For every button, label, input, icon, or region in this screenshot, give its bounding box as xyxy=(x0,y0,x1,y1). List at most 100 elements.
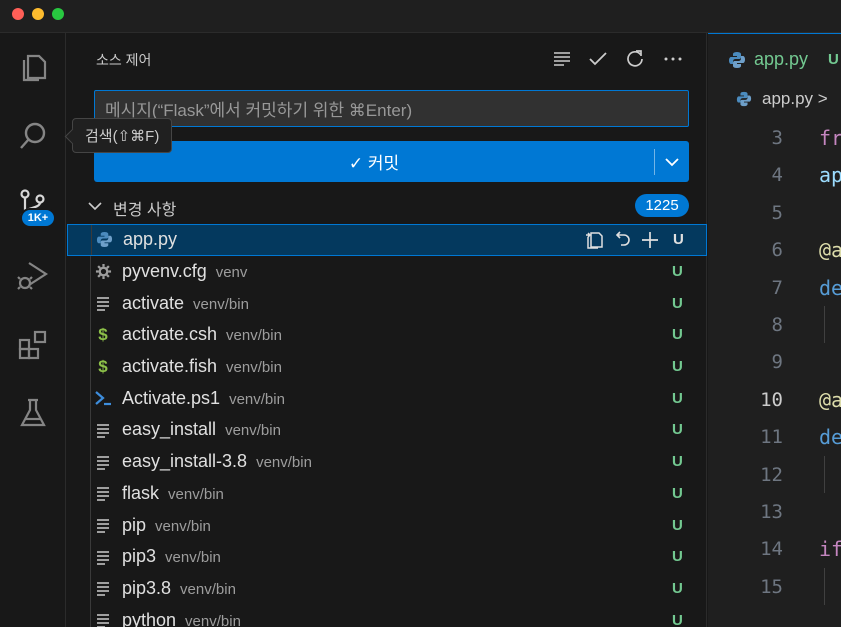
changes-count-badge: 1225 xyxy=(635,194,689,217)
indent-guide xyxy=(824,567,825,606)
untracked-status: U xyxy=(672,389,683,407)
stage-changes-icon[interactable] xyxy=(639,229,661,251)
indent-guide xyxy=(91,225,92,255)
open-file-icon[interactable] xyxy=(583,229,605,251)
code-text: if xyxy=(819,537,841,562)
text-lines-icon xyxy=(94,516,112,534)
changes-label: 변경 사항 xyxy=(113,202,177,219)
tab-label: app.py xyxy=(754,49,809,69)
editor-area: app.py U app.py > 3 fr 4 ap 5 6 @a 7 de 8 9 10 @a 11 d… xyxy=(708,33,841,627)
code-text: @a xyxy=(819,387,841,412)
testing-icon[interactable] xyxy=(13,393,53,433)
file-name-label: activate xyxy=(122,292,185,313)
changed-file-row[interactable]: $ activate.fish venv/bin U xyxy=(67,350,707,383)
changed-file-row[interactable]: flask venv/bin U xyxy=(67,477,707,510)
file-directory: venv/bin xyxy=(185,612,241,627)
commit-button[interactable]: ✓ 커밋 xyxy=(94,141,654,182)
more-actions-icon[interactable] xyxy=(661,47,685,71)
refresh-icon[interactable] xyxy=(623,47,647,71)
code-line: 13 xyxy=(708,493,841,530)
tab-app-py[interactable]: app.py U xyxy=(708,33,841,85)
file-name-label: pyvenv.cfg xyxy=(122,261,207,282)
extensions-icon[interactable] xyxy=(13,325,53,365)
python-icon xyxy=(95,231,113,249)
indent-guide xyxy=(824,455,825,493)
indent-guide xyxy=(90,445,91,478)
file-name-label: pip3.8 xyxy=(122,577,172,598)
line-number: 9 xyxy=(771,351,783,374)
changed-file-row[interactable]: easy_install venv/bin U xyxy=(67,414,707,446)
panel-title: 소스 제어 xyxy=(96,52,152,68)
powershell-icon xyxy=(94,389,112,407)
breadcrumb-label: app.py > xyxy=(762,89,828,108)
file-directory: venv/bin xyxy=(180,580,236,598)
untracked-status: U xyxy=(672,611,683,627)
line-number: 5 xyxy=(771,201,783,224)
changes-section-header[interactable]: 변경 사항 xyxy=(67,191,707,221)
changed-file-row[interactable]: pyvenv.cfg venv U xyxy=(67,255,707,288)
run-debug-icon[interactable] xyxy=(13,255,53,295)
line-number: 11 xyxy=(760,426,783,449)
explorer-icon[interactable] xyxy=(13,47,53,87)
changed-files-list: app.py Upyvenv.cfg venv Uactivate venv/bin U $… xyxy=(67,224,707,627)
file-directory: venv/bin xyxy=(226,359,282,377)
code-line: 9 xyxy=(708,343,841,380)
code-line: 8 xyxy=(708,305,841,344)
code-line: 10 @a xyxy=(708,381,841,418)
activity-bar: 1K+ xyxy=(0,33,66,627)
source-control-badge: 1K+ xyxy=(20,208,56,228)
text-lines-icon xyxy=(94,579,112,597)
changed-file-row[interactable]: pip3 venv/bin U xyxy=(67,540,707,573)
code-view[interactable]: 3 fr 4 ap 5 6 @a 7 de 8 9 10 @a 11 de 12 13 14 if 15 xyxy=(708,119,841,606)
python-icon xyxy=(729,52,745,68)
line-number: 10 xyxy=(760,388,783,411)
changed-file-row[interactable]: app.py U xyxy=(67,224,707,256)
line-number: 13 xyxy=(760,500,783,523)
untracked-status: U xyxy=(672,484,683,502)
commit-check-icon[interactable] xyxy=(586,47,610,71)
shell-dollar-icon: $ xyxy=(98,324,108,344)
commit-dropdown-button[interactable] xyxy=(655,141,689,182)
changed-file-row[interactable]: Activate.ps1 venv/bin U xyxy=(67,382,707,415)
minimize-window-button[interactable] xyxy=(32,8,44,20)
indent-guide xyxy=(90,350,91,383)
code-text: ap xyxy=(819,163,841,188)
close-window-button[interactable] xyxy=(12,8,24,20)
changed-file-row[interactable]: pip3.8 venv/bin U xyxy=(67,572,707,605)
changed-file-row[interactable]: easy_install-3.8 venv/bin U xyxy=(67,445,707,478)
changed-file-row[interactable]: python venv/bin U xyxy=(67,604,707,627)
text-lines-icon xyxy=(94,294,112,312)
text-lines-icon xyxy=(94,453,112,471)
chevron-down-icon xyxy=(88,202,102,211)
code-line: 5 xyxy=(708,194,841,231)
view-as-tree-icon[interactable] xyxy=(550,47,574,71)
code-text: @a xyxy=(819,238,841,263)
file-directory: venv xyxy=(215,264,248,282)
code-line: 4 ap xyxy=(708,156,841,193)
changed-file-row[interactable]: pip venv/bin U xyxy=(67,509,707,541)
discard-changes-icon[interactable] xyxy=(611,229,633,251)
indent-guide xyxy=(90,414,91,446)
line-number: 14 xyxy=(760,538,783,561)
commit-message-input[interactable]: 메시지(“Flask”에서 커밋하기 위한 ⌘Enter) xyxy=(94,90,689,127)
file-name-label: easy_install-3.8 xyxy=(122,451,248,472)
changed-file-row[interactable]: activate venv/bin U xyxy=(67,287,707,320)
zoom-window-button[interactable] xyxy=(52,8,64,20)
line-number: 15 xyxy=(760,575,783,598)
untracked-status: U xyxy=(672,358,683,376)
chevron-down-icon xyxy=(665,157,679,166)
search-icon[interactable] xyxy=(13,117,53,157)
row-actions xyxy=(583,229,661,251)
breadcrumb[interactable]: app.py > xyxy=(736,89,828,109)
file-name: activate.csh venv/bin xyxy=(122,324,282,345)
untracked-status: U xyxy=(672,579,683,597)
text-lines-icon xyxy=(94,421,112,439)
search-tooltip: 검색(⇧⌘F) xyxy=(72,118,173,153)
indent-guide xyxy=(90,287,91,320)
code-text: de xyxy=(819,275,841,300)
file-name: Activate.ps1 venv/bin xyxy=(122,388,285,409)
file-directory: venv/bin xyxy=(155,517,211,535)
indent-guide xyxy=(90,382,91,415)
tab-status: U xyxy=(828,51,839,68)
changed-file-row[interactable]: $ activate.csh venv/bin U xyxy=(67,319,707,351)
